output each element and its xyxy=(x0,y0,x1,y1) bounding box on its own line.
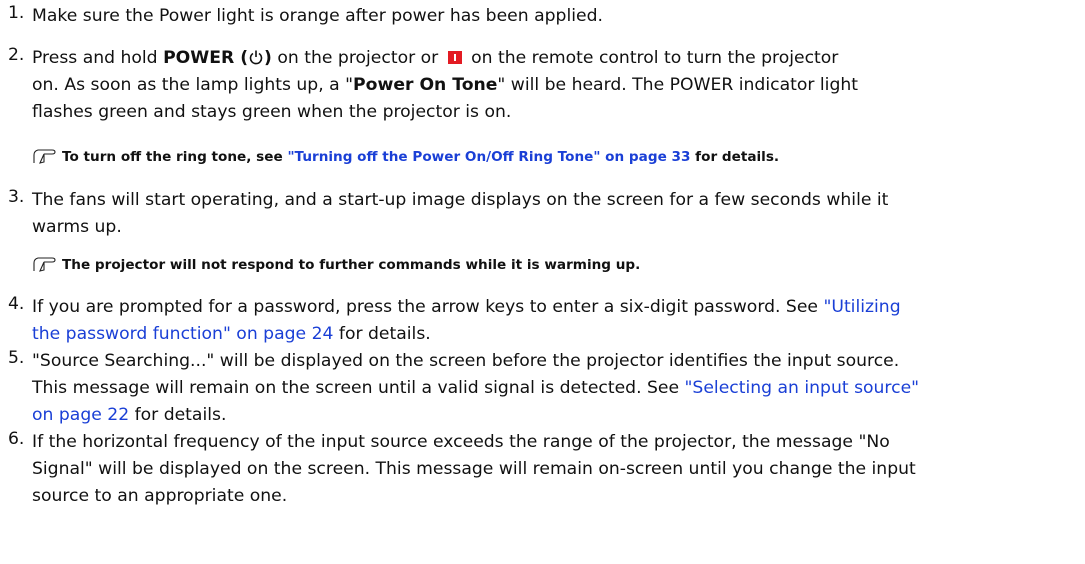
red-remote-power-button-icon xyxy=(447,51,462,64)
text: on the projector or xyxy=(271,48,444,68)
password-function-link[interactable]: "Utilizing xyxy=(823,297,900,317)
step-line: flashes green and stays green when the p… xyxy=(32,102,512,122)
input-source-link[interactable]: "Selecting an input source" xyxy=(685,378,920,398)
step-number: 1. xyxy=(8,3,25,23)
ring-tone-link[interactable]: "Turning off the Power On/Off Ring Tone"… xyxy=(287,149,690,165)
power-symbol-icon xyxy=(249,50,263,65)
step-line: on. As soon as the lamp lights up, a "Po… xyxy=(32,72,858,99)
text: on the remote control to turn the projec… xyxy=(465,48,839,68)
text: ) xyxy=(264,48,272,68)
step-line: Signal" will be displayed on the screen.… xyxy=(32,459,916,479)
step-line: warms up. xyxy=(32,217,122,237)
text: Press and hold xyxy=(32,48,164,68)
step-line: source to an appropriate one. xyxy=(32,486,288,506)
step-line: This message will remain on the screen u… xyxy=(32,375,919,402)
step-line: the password function" on page 24 for de… xyxy=(32,321,431,348)
step-line: If the horizontal frequency of the input… xyxy=(32,432,890,452)
manual-page: 1. Make sure the Power light is orange a… xyxy=(0,0,1085,564)
note-warming-up: The projector will not respond to furthe… xyxy=(32,254,640,273)
power-on-tone-label: Power On Tone xyxy=(353,75,498,95)
text: for details. xyxy=(129,405,227,425)
text: If you are prompted for a password, pres… xyxy=(32,297,824,317)
step-line: If you are prompted for a password, pres… xyxy=(32,294,901,321)
input-source-link[interactable]: on page 22 xyxy=(32,405,129,425)
step-number: 2. xyxy=(8,45,25,65)
power-key-label: POWER ( xyxy=(163,48,249,68)
note-text: for details. xyxy=(690,149,780,165)
step-line: on page 22 for details. xyxy=(32,402,226,429)
pointing-hand-icon xyxy=(33,149,56,164)
step-line: "Source Searching..." will be displayed … xyxy=(32,351,900,371)
text: on. As soon as the lamp lights up, a " xyxy=(32,75,354,95)
step-line: The fans will start operating, and a sta… xyxy=(32,190,889,210)
text: " will be heard. The POWER indicator lig… xyxy=(497,75,858,95)
text: This message will remain on the screen u… xyxy=(32,378,685,398)
step-number: 4. xyxy=(8,294,25,314)
password-function-link[interactable]: the password function" on page 24 xyxy=(32,324,333,344)
text: for details. xyxy=(333,324,431,344)
note-text: To turn off the ring tone, see xyxy=(62,149,288,165)
pointing-hand-icon xyxy=(33,257,56,272)
step-number: 5. xyxy=(8,348,25,368)
note-text: The projector will not respond to furthe… xyxy=(62,257,641,273)
step-line: Press and hold POWER () on the projector… xyxy=(32,45,838,72)
step-number: 3. xyxy=(8,187,25,207)
step-number: 6. xyxy=(8,429,25,449)
step-text: Make sure the Power light is orange afte… xyxy=(32,6,603,26)
note-ring-tone: To turn off the ring tone, see "Turning … xyxy=(32,146,779,165)
